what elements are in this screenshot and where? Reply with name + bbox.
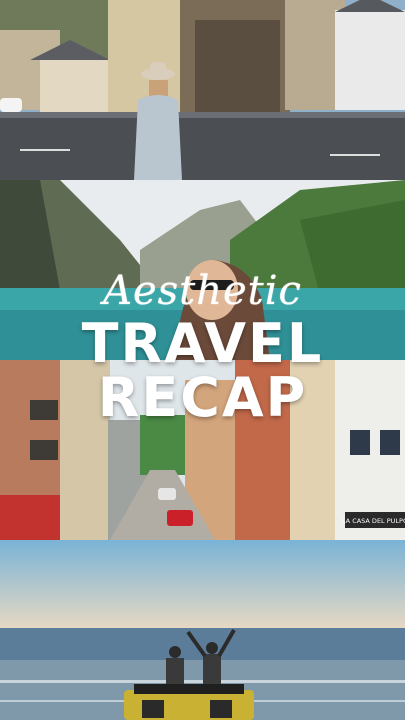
subtitle-script: Aesthetic <box>103 268 302 314</box>
restaurant-sign: LA CASA DEL PULPO <box>342 517 405 525</box>
photo-beach-jeep <box>0 540 405 720</box>
photo-historic-street <box>0 0 405 180</box>
title-line-2: RECAP <box>97 366 308 429</box>
